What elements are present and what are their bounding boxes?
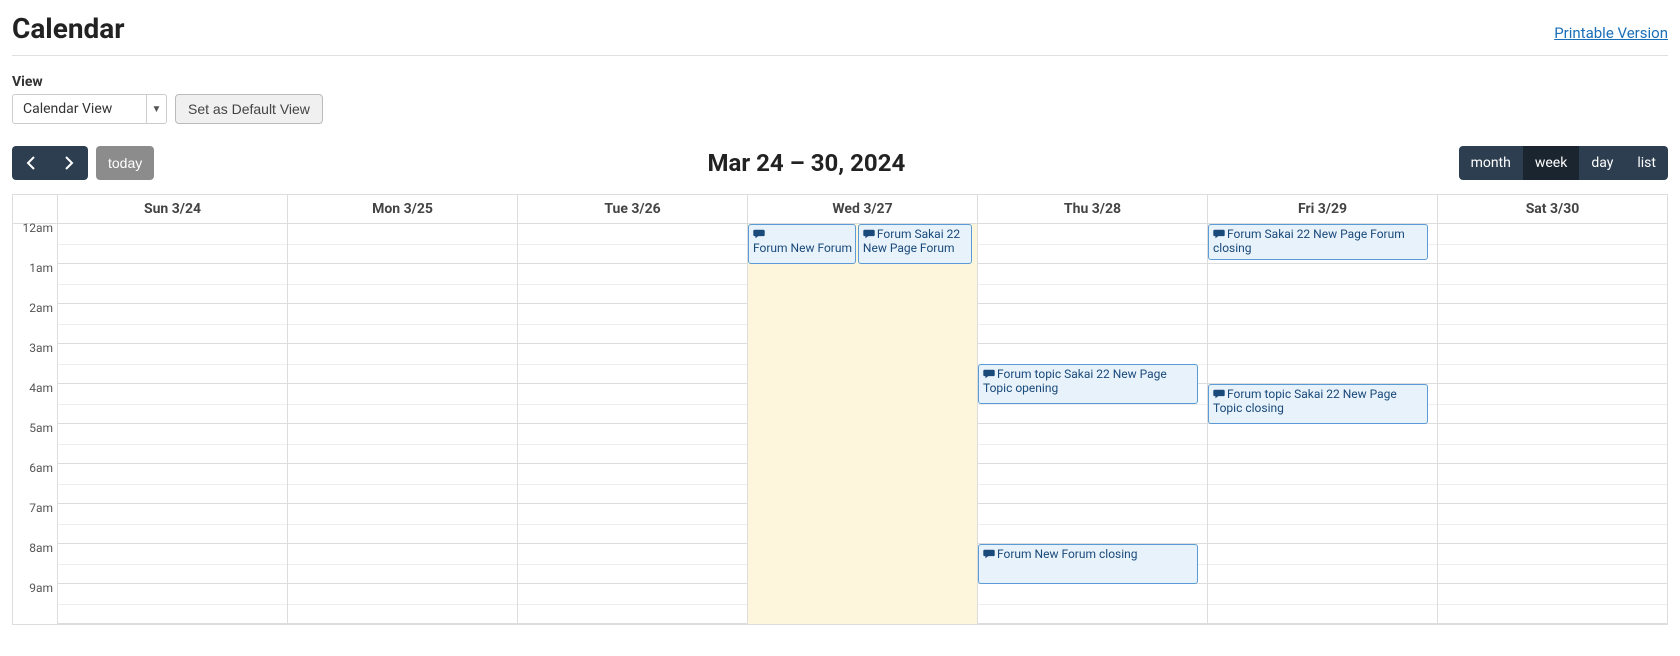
day-header: Wed 3/27	[748, 195, 978, 223]
view-select-value: Calendar View	[13, 95, 146, 123]
day-header: Thu 3/28	[978, 195, 1208, 223]
hour-label: 4am	[13, 381, 57, 421]
hour-label: 1am	[13, 261, 57, 301]
nav-arrow-group	[12, 146, 88, 180]
calendar-event[interactable]: Forum topic Sakai 22 New Page Topic open…	[978, 364, 1198, 404]
viewmode-group: month week day list	[1459, 146, 1668, 180]
day-column[interactable]: Forum topic Sakai 22 New Page Topic open…	[978, 224, 1208, 624]
day-header: Sun 3/24	[58, 195, 288, 223]
caret-down-icon: ▼	[146, 95, 166, 123]
calendar-event[interactable]: Forum Sakai 22 New Page Forum closing	[1208, 224, 1428, 260]
calendar-event[interactable]: Forum Sakai 22 New Page Forum	[858, 224, 973, 264]
hour-label: 9am	[13, 581, 57, 621]
page-title: Calendar	[12, 12, 125, 45]
prev-button[interactable]	[12, 146, 50, 180]
next-button[interactable]	[50, 146, 88, 180]
set-default-view-button[interactable]: Set as Default View	[175, 94, 323, 124]
day-column[interactable]	[58, 224, 288, 624]
day-header: Mon 3/25	[288, 195, 518, 223]
view-label: View	[12, 74, 167, 90]
hour-label: 7am	[13, 501, 57, 541]
event-title: Forum topic Sakai 22 New Page Topic clos…	[1213, 387, 1397, 415]
hour-label: 12am	[13, 221, 57, 261]
printable-version-link[interactable]: Printable Version	[1554, 24, 1668, 42]
day-column[interactable]	[518, 224, 748, 624]
day-column[interactable]	[288, 224, 518, 624]
event-title: Forum topic Sakai 22 New Page Topic open…	[983, 367, 1167, 395]
date-range-title: Mar 24 – 30, 2024	[154, 149, 1458, 177]
calendar-event[interactable]: Forum topic Sakai 22 New Page Topic clos…	[1208, 384, 1428, 424]
day-column[interactable]: Forum New Forum Forum Sakai 22 New Page F…	[748, 224, 978, 624]
calendar-event[interactable]: Forum New Forum closing	[978, 544, 1198, 584]
hour-label: 5am	[13, 421, 57, 461]
day-column[interactable]: Forum Sakai 22 New Page Forum closing For…	[1208, 224, 1438, 624]
comments-icon	[983, 547, 995, 561]
calendar-grid: Sun 3/24Mon 3/25Tue 3/26Wed 3/27Thu 3/28…	[12, 194, 1668, 625]
event-title: Forum Sakai 22 New Page Forum closing	[1213, 227, 1405, 255]
comments-icon	[863, 227, 875, 241]
hour-label: 3am	[13, 341, 57, 381]
viewmode-week[interactable]: week	[1523, 146, 1579, 180]
event-title: Forum Sakai 22 New Page Forum	[863, 227, 960, 255]
comments-icon	[1213, 387, 1225, 401]
event-title: Forum New Forum	[753, 241, 852, 255]
calendar-event[interactable]: Forum New Forum	[748, 224, 856, 264]
event-title: Forum New Forum closing	[997, 547, 1138, 561]
hour-label: 2am	[13, 301, 57, 341]
chevron-left-icon	[26, 156, 36, 170]
day-header: Tue 3/26	[518, 195, 748, 223]
day-header: Fri 3/29	[1208, 195, 1438, 223]
comments-icon	[1213, 227, 1225, 241]
chevron-right-icon	[64, 156, 74, 170]
hour-label: 6am	[13, 461, 57, 501]
viewmode-list[interactable]: list	[1625, 146, 1668, 180]
comments-icon	[753, 227, 765, 241]
today-button[interactable]: today	[96, 146, 154, 180]
day-header: Sat 3/30	[1438, 195, 1667, 223]
day-column[interactable]	[1438, 224, 1667, 624]
comments-icon	[983, 367, 995, 381]
viewmode-day[interactable]: day	[1579, 146, 1625, 180]
view-select[interactable]: Calendar View ▼	[12, 94, 167, 124]
viewmode-month[interactable]: month	[1459, 146, 1523, 180]
hour-label: 8am	[13, 541, 57, 581]
